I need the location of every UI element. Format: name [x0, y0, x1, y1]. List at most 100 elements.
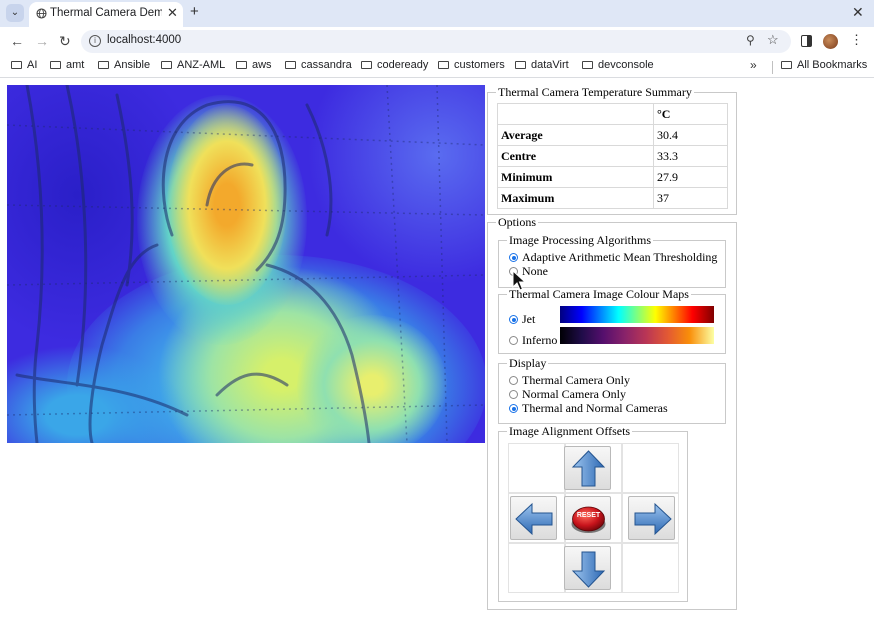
bookmarks-divider — [772, 61, 773, 74]
row-label: Average — [497, 124, 654, 146]
browser-toolbar: ← → ↻ i localhost:4000 ⚲ ☆ ⋮ — [0, 27, 874, 56]
bookmark-folder-ansible[interactable]: Ansible — [98, 59, 150, 71]
algorithm-amt-radio[interactable] — [509, 253, 518, 262]
display-thermal-only-radio[interactable] — [509, 376, 518, 385]
algorithm-amt-label[interactable]: Adaptive Arithmetic Mean Thresholding — [522, 250, 717, 265]
algorithms-legend: Image Processing Algorithms — [509, 233, 651, 247]
inferno-colour-bar[interactable] — [560, 327, 714, 344]
bookmark-folder-anz-aml[interactable]: ANZ-AML — [161, 59, 225, 71]
menu-kebab-icon[interactable]: ⋮ — [850, 32, 863, 48]
profile-avatar[interactable] — [823, 34, 838, 49]
display-legend: Display — [509, 356, 547, 370]
table-row: Average 30.4 — [497, 124, 728, 146]
folder-icon — [438, 61, 449, 69]
bookmark-folder-ai[interactable]: AI — [11, 59, 37, 71]
browser-tab[interactable]: Thermal Camera Demonstrator ✕ — [29, 2, 183, 27]
bookmark-folder-devconsole[interactable]: devconsole — [582, 59, 654, 71]
table-header-row: °C — [497, 103, 728, 125]
tab-search-icon[interactable]: ⌄ — [6, 4, 24, 22]
folder-icon — [11, 61, 22, 69]
arrow-left-icon — [515, 502, 553, 536]
tab-close-icon[interactable]: ✕ — [167, 5, 178, 21]
colour-map-jet-radio[interactable] — [509, 315, 518, 324]
options-legend: Options — [498, 215, 537, 229]
offset-reset-button[interactable]: RESET — [564, 496, 611, 540]
reload-icon[interactable]: ↻ — [59, 32, 71, 50]
offset-left-button[interactable] — [510, 496, 557, 540]
tab-title: Thermal Camera Demonstrator — [50, 7, 162, 19]
mouse-cursor-icon — [512, 270, 526, 291]
bookmark-folder-datavirt[interactable]: dataVirt — [515, 59, 569, 71]
bookmark-folder-amt[interactable]: amt — [50, 59, 84, 71]
bookmark-folder-codeready[interactable]: codeready — [361, 59, 428, 71]
row-label: Minimum — [497, 166, 654, 188]
bookmarks-overflow-icon[interactable]: » — [750, 58, 757, 72]
jet-colour-bar[interactable] — [560, 306, 714, 323]
reset-label: RESET — [576, 512, 601, 519]
row-value: 30.4 — [653, 124, 728, 146]
offset-up-button[interactable] — [564, 446, 611, 490]
bookmarks-bar: AI amt Ansible ANZ-AML aws cassandra cod… — [0, 56, 874, 78]
table-header-empty — [497, 103, 654, 125]
grid-cell-empty — [508, 543, 565, 593]
tab-strip: ⌄ Thermal Camera Demonstrator ✕ + ✕ — [0, 0, 874, 27]
window-close-icon[interactable]: ✕ — [852, 4, 864, 21]
all-bookmarks-folder[interactable]: All Bookmarks — [781, 59, 867, 71]
bookmark-folder-cassandra[interactable]: cassandra — [285, 59, 352, 71]
display-both-label[interactable]: Thermal and Normal Cameras — [522, 401, 668, 416]
arrow-right-icon — [634, 502, 672, 536]
reset-icon — [571, 506, 606, 533]
globe-icon — [36, 8, 47, 19]
temperature-summary-legend: Thermal Camera Temperature Summary — [498, 85, 692, 99]
grid-cell-empty — [622, 443, 679, 493]
new-tab-icon[interactable]: + — [190, 3, 199, 20]
bookmark-star-icon[interactable]: ☆ — [767, 32, 779, 48]
grid-cell-empty — [508, 443, 565, 493]
bookmark-folder-customers[interactable]: customers — [438, 59, 505, 71]
colour-map-inferno-radio[interactable] — [509, 336, 518, 345]
colour-map-inferno-label[interactable]: Inferno — [522, 333, 557, 348]
alignment-legend: Image Alignment Offsets — [509, 424, 631, 438]
temperature-summary-table: °C Average 30.4 Centre 33.3 Minimum 27.9… — [497, 103, 728, 209]
display-thermal-only-label[interactable]: Thermal Camera Only — [522, 373, 630, 388]
folder-icon — [50, 61, 61, 69]
back-icon[interactable]: ← — [10, 32, 24, 50]
folder-icon — [285, 61, 296, 69]
arrow-down-icon — [571, 551, 606, 588]
arrow-up-icon — [571, 450, 606, 487]
folder-icon — [781, 61, 792, 69]
row-label: Centre — [497, 145, 654, 167]
display-normal-only-radio[interactable] — [509, 390, 518, 399]
display-both-radio[interactable] — [509, 404, 518, 413]
grid-cell-empty — [622, 543, 679, 593]
thermal-camera-image — [7, 85, 485, 443]
folder-icon — [582, 61, 593, 69]
colour-maps-legend: Thermal Camera Image Colour Maps — [509, 287, 689, 301]
row-value: 27.9 — [653, 166, 728, 188]
display-normal-only-label[interactable]: Normal Camera Only — [522, 387, 626, 402]
side-panel-icon[interactable] — [801, 35, 812, 47]
offset-right-button[interactable] — [628, 496, 675, 540]
edge-overlay — [7, 85, 485, 443]
row-value: 33.3 — [653, 145, 728, 167]
site-info-icon[interactable]: i — [89, 35, 101, 47]
row-label: Maximum — [497, 187, 654, 209]
unit-header: °C — [653, 103, 728, 125]
forward-icon[interactable]: → — [35, 32, 49, 50]
folder-icon — [98, 61, 109, 69]
colour-map-jet-label[interactable]: Jet — [522, 312, 535, 327]
folder-icon — [161, 61, 172, 69]
offset-down-button[interactable] — [564, 546, 611, 590]
table-row: Minimum 27.9 — [497, 166, 728, 188]
table-row: Maximum 37 — [497, 187, 728, 209]
address-url[interactable]: localhost:4000 — [107, 34, 181, 46]
alignment-grid: RESET — [508, 443, 679, 594]
folder-icon — [515, 61, 526, 69]
row-value: 37 — [653, 187, 728, 209]
bookmark-folder-aws[interactable]: aws — [236, 59, 272, 71]
address-bar[interactable]: i localhost:4000 ⚲ ☆ — [81, 30, 791, 53]
zoom-icon[interactable]: ⚲ — [746, 33, 755, 47]
folder-icon — [236, 61, 247, 69]
table-row: Centre 33.3 — [497, 145, 728, 167]
folder-icon — [361, 61, 372, 69]
